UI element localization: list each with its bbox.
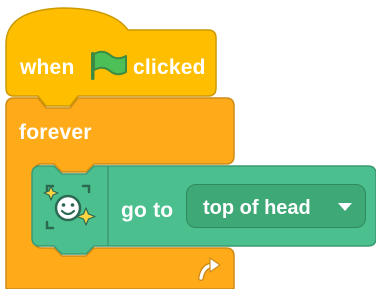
clicked-label: clicked (133, 56, 206, 79)
go-to-label: go to (121, 199, 174, 222)
target-dropdown-value: top of head (203, 197, 311, 219)
dropdown-arrow-icon (338, 203, 352, 211)
target-dropdown[interactable]: top of head (186, 184, 366, 228)
forever-label: forever (19, 121, 92, 144)
when-label: when (20, 56, 75, 79)
